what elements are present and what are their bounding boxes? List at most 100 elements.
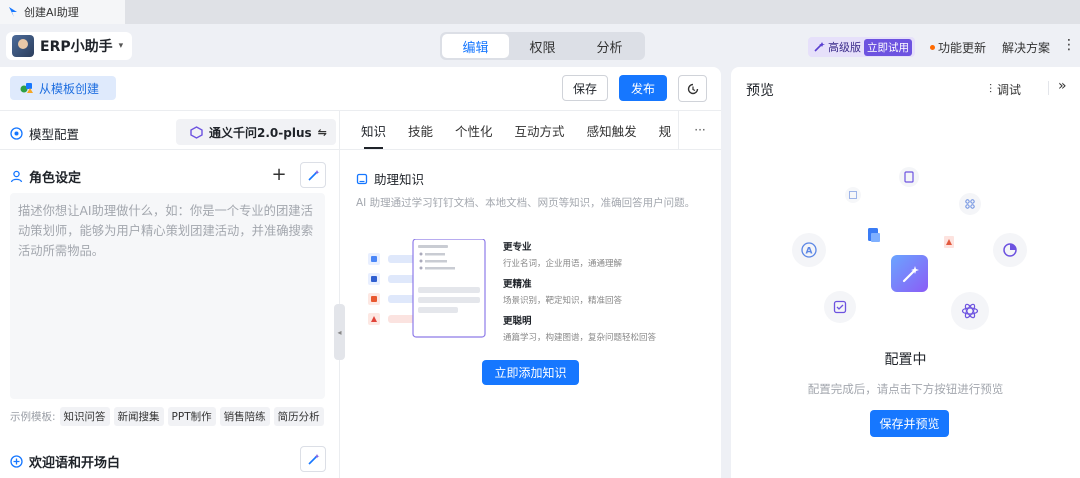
model-config-row: 模型配置 通义千问2.0-plus ⇋ xyxy=(10,119,336,147)
model-select[interactable]: 通义千问2.0-plus ⇋ xyxy=(176,119,336,145)
example-templates: 示例模板: 知识问答 新闻搜集 PPT制作 销售陪练 简历分析 xyxy=(10,407,324,426)
doc-icon xyxy=(899,167,919,187)
browser-tab-strip: 创建AI助理 xyxy=(0,0,1080,24)
save-and-preview-button[interactable]: 保存并预览 xyxy=(870,410,949,437)
ai-optimize-welcome-button[interactable] xyxy=(300,446,326,472)
feature-desc: 行业名词，企业用语，通通理解 xyxy=(503,259,623,269)
tab-skills[interactable]: 技能 xyxy=(397,111,444,149)
example-chip[interactable]: 销售陪练 xyxy=(219,407,270,426)
template-icon xyxy=(20,83,33,93)
tabs-divider xyxy=(340,149,721,150)
collapse-handle[interactable]: ◂ xyxy=(334,304,345,360)
knowledge-illustration xyxy=(368,239,486,338)
welcome-section-title[interactable]: 欢迎语和开场白 xyxy=(10,452,120,471)
magic-wand-icon xyxy=(307,453,319,465)
solution-link[interactable]: 解决方案 xyxy=(1002,39,1050,56)
new-dot-icon xyxy=(930,45,935,50)
mode-switch: 编辑 权限 分析 xyxy=(440,32,645,60)
role-setting-input[interactable]: 描述你想让AI助理做什么，如：你是一个专业的团建活动策划师，能够为用户精心策划团… xyxy=(10,193,325,399)
tab-knowledge[interactable]: 知识 xyxy=(350,111,397,149)
mode-tab-analysis[interactable]: 分析 xyxy=(576,34,643,58)
file-icon xyxy=(864,225,884,245)
expand-icon[interactable]: » xyxy=(1058,78,1067,94)
plus-circle-icon xyxy=(10,455,23,468)
pie-chart-icon xyxy=(993,233,1027,267)
preview-title: 预览 xyxy=(746,83,774,99)
model-config-text: 模型配置 xyxy=(29,126,80,142)
feature-update-link[interactable]: 功能更新 xyxy=(930,39,986,56)
plus-icon: + xyxy=(271,164,287,185)
knowledge-title: 助理知识 xyxy=(356,169,424,188)
atom-icon xyxy=(951,292,989,330)
feature-title: 更聪明 xyxy=(503,316,532,327)
history-button[interactable] xyxy=(678,75,707,102)
checklist-icon xyxy=(824,291,856,323)
example-chip[interactable]: 简历分析 xyxy=(273,407,324,426)
ai-assistant-icon xyxy=(891,255,928,292)
model-divider xyxy=(0,149,339,150)
assistant-name: ERP小助手 xyxy=(40,39,113,55)
font-icon: A xyxy=(792,233,826,267)
pdf-icon xyxy=(942,235,956,249)
feature-item: 更精准 场景识别，靶定知识，精准回答 xyxy=(503,276,622,306)
welcome-section-text: 欢迎语和开场白 xyxy=(29,456,121,471)
avatar xyxy=(12,35,34,57)
tab-interaction[interactable]: 互动方式 xyxy=(504,111,576,149)
preview-panel: 预览 ⫶ 调试 » A 配置中 配置完成后，请点击下方按钮进行预览 保存并预览 xyxy=(731,67,1080,478)
mode-tab-permission[interactable]: 权限 xyxy=(509,34,576,58)
assistant-selector[interactable]: ERP小助手 ▾ xyxy=(6,32,132,60)
browser-tab[interactable]: 创建AI助理 xyxy=(0,0,125,24)
tab-personalization[interactable]: 个性化 xyxy=(444,111,504,149)
feature-item: 更专业 行业名词，企业用语，通通理解 xyxy=(503,239,622,269)
book-icon xyxy=(356,173,368,184)
example-chip[interactable]: PPT制作 xyxy=(167,407,216,426)
sliders-icon: ⫶ xyxy=(989,82,993,96)
debug-button[interactable]: ⫶ 调试 xyxy=(989,81,1021,98)
browser-tab-title: 创建AI助理 xyxy=(24,6,79,19)
feature-desc: 通篇学习，构建图谱，复杂问题轻松回答 xyxy=(503,333,657,343)
example-chip[interactable]: 知识问答 xyxy=(59,407,110,426)
create-from-template-button[interactable]: 从模板创建 xyxy=(10,76,116,100)
tab-rules[interactable]: 规 xyxy=(648,111,683,149)
column-divider xyxy=(339,110,340,478)
swap-icon: ⇋ xyxy=(317,125,327,139)
model-icon xyxy=(10,126,23,140)
knowledge-title-text: 助理知识 xyxy=(374,172,425,187)
image-icon xyxy=(845,187,861,203)
model-config-label: 模型配置 xyxy=(10,124,79,143)
magic-wand-icon xyxy=(307,169,319,181)
qwen-logo-icon xyxy=(190,125,203,139)
chevron-left-icon: ◂ xyxy=(337,327,342,337)
mode-tab-edit[interactable]: 编辑 xyxy=(442,34,509,58)
pro-upgrade-badge[interactable]: 高级版 立即试用 xyxy=(808,37,915,57)
pro-trial-label: 立即试用 xyxy=(864,38,912,56)
preview-hint: 配置完成后，请点击下方按钮进行预览 xyxy=(807,382,1004,396)
chevron-down-icon: ▾ xyxy=(118,41,124,51)
knowledge-description: AI 助理通过学习钉钉文档、本地文档、网页等知识，准确回答用户问题。 xyxy=(356,197,696,209)
tab-perception[interactable]: 感知触发 xyxy=(576,111,648,149)
grid-icon xyxy=(959,193,981,215)
feature-title: 更专业 xyxy=(503,242,532,253)
create-from-template-label: 从模板创建 xyxy=(39,81,100,96)
feature-desc: 场景识别，靶定知识，精准回答 xyxy=(503,296,623,306)
save-button[interactable]: 保存 xyxy=(562,75,608,101)
pro-label: 高级版 xyxy=(828,41,861,54)
magic-wand-icon xyxy=(814,42,825,52)
svg-text:A: A xyxy=(806,247,813,257)
model-select-value: 通义千问2.0-plus xyxy=(209,125,312,140)
publish-button[interactable]: 发布 xyxy=(619,75,667,101)
editor-panel: 从模板创建 保存 发布 模型配置 通义千问2.0-plus ⇋ 角色设定 + 描… xyxy=(0,67,721,478)
app-header: ERP小助手 ▾ 编辑 权限 分析 高级版 立即试用 功能更新 解决方案 ⋮ xyxy=(0,24,1080,67)
add-role-button[interactable]: + xyxy=(266,162,292,188)
tabs-more-button[interactable]: ··· xyxy=(678,111,721,149)
add-knowledge-button[interactable]: 立即添加知识 xyxy=(482,360,579,385)
more-vertical-icon[interactable]: ⋮ xyxy=(1062,37,1076,53)
history-icon xyxy=(687,83,698,94)
feature-title: 更精准 xyxy=(503,279,532,290)
config-tabs: 知识 技能 个性化 互动方式 感知触发 规 xyxy=(350,111,721,149)
example-chip[interactable]: 新闻搜集 xyxy=(113,407,164,426)
preview-separator xyxy=(1048,81,1049,95)
debug-label: 调试 xyxy=(997,83,1022,97)
role-setting-title: 角色设定 xyxy=(10,167,81,186)
ai-optimize-role-button[interactable] xyxy=(300,162,326,188)
